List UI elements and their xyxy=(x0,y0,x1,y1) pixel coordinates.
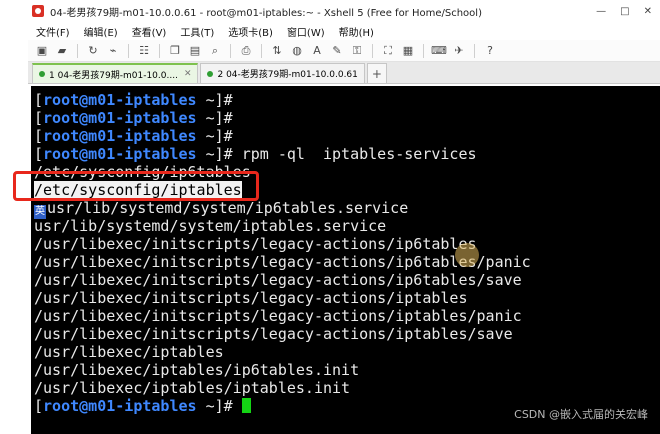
globe-icon[interactable]: ◍ xyxy=(289,43,305,59)
toolbar-divider xyxy=(261,43,262,58)
disconnect-icon[interactable]: ⌁ xyxy=(105,43,121,59)
terminal-line: [root@m01-iptables ~]# xyxy=(34,109,233,127)
prompt-symbol: # xyxy=(223,145,233,163)
print-icon[interactable]: ⎙ xyxy=(238,43,254,59)
layout-icon[interactable]: ▦ xyxy=(400,43,416,59)
tab-session-2[interactable]: 2 04-老男孩79期-m01-10.0.0.61 xyxy=(200,63,365,83)
color-icon[interactable]: ✎ xyxy=(329,43,345,59)
annotation-highlight-box xyxy=(13,171,259,201)
help-icon[interactable]: ? xyxy=(482,43,498,59)
xshell-logo-icon xyxy=(32,5,44,17)
copy-icon[interactable]: ❐ xyxy=(167,43,183,59)
prompt-dir: ~ xyxy=(205,109,215,127)
find-icon[interactable]: ⌕ xyxy=(207,43,223,59)
output-line: /usr/libexec/initscripts/legacy-actions/… xyxy=(34,253,531,271)
toolbar-divider xyxy=(372,43,373,58)
prompt-symbol: # xyxy=(223,127,233,145)
session-tabs: 1 04-老男孩79期-m01-10.0.... ✕ 2 04-老男孩79期-m… xyxy=(28,62,660,84)
maximize-icon[interactable]: □ xyxy=(620,6,629,17)
output-line: /usr/libexec/iptables xyxy=(34,343,224,361)
tab-label: 1 04-老男孩79期-m01-10.0.... xyxy=(49,70,178,81)
toolbar-divider xyxy=(128,43,129,58)
output-line-text: usr/lib/systemd/system/ip6tables.service xyxy=(47,199,409,217)
prompt-user-host: root@m01-iptables xyxy=(43,127,197,145)
terminal-line: [root@m01-iptables ~]# xyxy=(34,91,233,109)
toolbar: ▣ ▰ ↻ ⌁ ☷ ❐ ▤ ⌕ ⎙ ⇅ ◍ A ✎ ⚿ ⛶ ▦ ⌨ ✈ ? xyxy=(28,40,660,62)
transfer-icon[interactable]: ⇅ xyxy=(269,43,285,59)
open-folder-icon[interactable]: ▰ xyxy=(54,43,70,59)
menu-view[interactable]: 查看(V) xyxy=(132,24,167,39)
output-line: /usr/libexec/initscripts/legacy-actions/… xyxy=(34,289,468,307)
paste-icon[interactable]: ▤ xyxy=(187,43,203,59)
menu-edit[interactable]: 编辑(E) xyxy=(84,24,118,39)
menu-tools[interactable]: 工具(T) xyxy=(180,24,214,39)
watermark: CSDN @嵌入式届的关宏峰 xyxy=(514,408,648,421)
tab-close-icon[interactable]: ✕ xyxy=(184,69,192,79)
mouse-pointer-highlight xyxy=(455,243,479,267)
connected-status-icon xyxy=(207,70,214,77)
toolbar-divider xyxy=(230,43,231,58)
connected-status-icon xyxy=(39,71,45,77)
properties-icon[interactable]: ☷ xyxy=(136,43,152,59)
lock-icon[interactable]: ⚿ xyxy=(349,43,365,59)
tab-session-1[interactable]: 1 04-老男孩79期-m01-10.0.... ✕ xyxy=(32,63,199,83)
terminal-cursor xyxy=(241,398,251,413)
command-text: rpm -ql iptables-services xyxy=(241,145,477,163)
output-line: usr/lib/systemd/system/iptables.service xyxy=(34,217,387,235)
prompt-symbol: # xyxy=(223,109,233,127)
output-line: /usr/libexec/initscripts/legacy-actions/… xyxy=(34,271,522,289)
prompt-dir: ~ xyxy=(205,145,215,163)
prompt-user-host: root@m01-iptables xyxy=(43,145,197,163)
minimize-icon[interactable]: — xyxy=(596,6,606,17)
keyboard-icon[interactable]: ⌨ xyxy=(431,43,447,59)
prompt-dir: ~ xyxy=(205,91,215,109)
output-line: 英 usr/lib/systemd/system/ip6tables.servic… xyxy=(34,199,660,219)
prompt-user-host: root@m01-iptables xyxy=(43,91,197,109)
window-controls: — □ ✕ xyxy=(596,6,660,17)
terminal-line: [root@m01-iptables ~]# xyxy=(34,127,233,145)
toolbar-divider xyxy=(77,43,78,58)
toolbar-divider xyxy=(423,43,424,58)
window-title: 04-老男孩79期-m01-10.0.0.61 - root@m01-iptab… xyxy=(50,7,482,19)
prompt-dir: ~ xyxy=(205,397,215,415)
output-line: /usr/libexec/iptables/ip6tables.init xyxy=(34,361,360,379)
prompt-user-host: root@m01-iptables xyxy=(43,397,197,415)
prompt-symbol: # xyxy=(223,91,233,109)
prompt-dir: ~ xyxy=(205,127,215,145)
output-line: /usr/libexec/initscripts/legacy-actions/… xyxy=(34,307,522,325)
menu-help[interactable]: 帮助(H) xyxy=(339,24,374,39)
new-session-icon[interactable]: ▣ xyxy=(34,43,50,59)
menu-bar: 文件(F) 编辑(E) 查看(V) 工具(T) 选项卡(B) 窗口(W) 帮助(… xyxy=(28,22,660,40)
reconnect-icon[interactable]: ↻ xyxy=(85,43,101,59)
terminal-command-line: [root@m01-iptables ~]# rpm -ql iptables-… xyxy=(34,145,477,163)
fullscreen-icon[interactable]: ⛶ xyxy=(380,43,396,59)
title-bar: 04-老男孩79期-m01-10.0.0.61 - root@m01-iptab… xyxy=(28,0,660,22)
output-line: /usr/libexec/initscripts/legacy-actions/… xyxy=(34,325,513,343)
send-icon[interactable]: ✈ xyxy=(451,43,467,59)
tab-label: 2 04-老男孩79期-m01-10.0.0.61 xyxy=(217,70,358,80)
menu-file[interactable]: 文件(F) xyxy=(36,24,70,39)
close-icon[interactable]: ✕ xyxy=(644,6,652,17)
menu-tabs[interactable]: 选项卡(B) xyxy=(228,24,273,39)
toolbar-divider xyxy=(159,43,160,58)
toolbar-divider xyxy=(474,43,475,58)
terminal-screen[interactable]: [root@m01-iptables ~]# [root@m01-iptable… xyxy=(31,86,660,434)
output-line: /usr/libexec/iptables/iptables.init xyxy=(34,379,351,397)
output-line: /usr/libexec/initscripts/legacy-actions/… xyxy=(34,235,477,253)
add-tab-button[interactable]: + xyxy=(366,63,387,83)
font-icon[interactable]: A xyxy=(309,43,325,59)
menu-window[interactable]: 窗口(W) xyxy=(287,24,325,39)
prompt-symbol: # xyxy=(223,397,233,415)
prompt-user-host: root@m01-iptables xyxy=(43,109,197,127)
